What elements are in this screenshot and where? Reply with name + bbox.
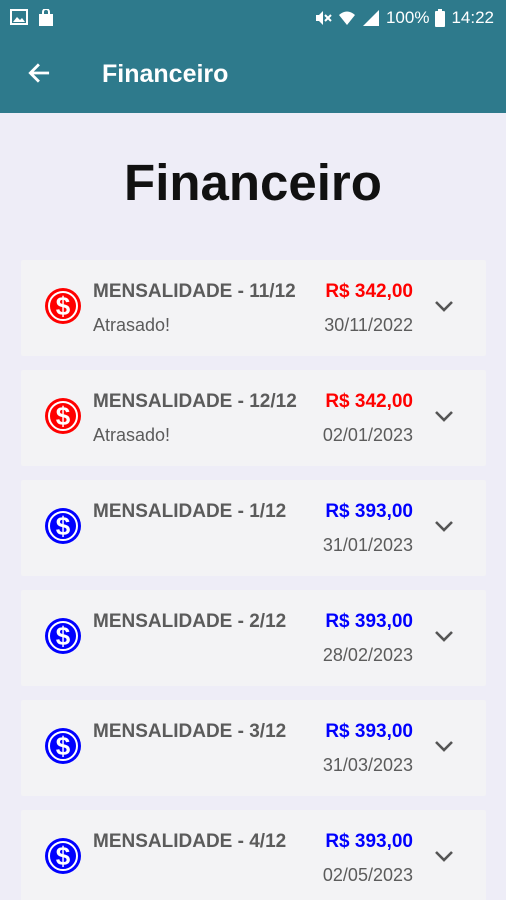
- arrow-left-icon: [26, 60, 52, 91]
- payment-title: MENSALIDADE - 11/12: [93, 281, 296, 302]
- payment-status: Atrasado!: [93, 425, 171, 445]
- page-title: Financeiro: [124, 154, 382, 211]
- dollar-coin-icon: $: [45, 288, 81, 324]
- payment-title: MENSALIDADE - 3/12: [93, 721, 287, 742]
- wifi-icon: [338, 9, 356, 27]
- payment-card[interactable]: $ MENSALIDADE - 1/12 R$ 393,00 31/01/2023: [21, 480, 486, 576]
- payment-card[interactable]: $ MENSALIDADE - 3/12 R$ 393,00 31/03/2023: [21, 700, 486, 796]
- payment-amount: R$ 393,00: [325, 501, 413, 522]
- dollar-coin-icon: $: [45, 398, 81, 434]
- chevron-down-icon[interactable]: [432, 294, 456, 318]
- status-time: 14:22: [451, 8, 494, 27]
- payment-status: Atrasado!: [93, 315, 171, 335]
- payment-card[interactable]: $ MENSALIDADE - 4/12 R$ 393,00 02/05/2023: [21, 810, 486, 900]
- payment-amount: R$ 342,00: [325, 281, 413, 302]
- payment-card[interactable]: $ MENSALIDADE - 11/12 Atrasado! R$ 342,00 30…: [21, 260, 486, 356]
- chevron-down-icon[interactable]: [432, 514, 456, 538]
- dollar-coin-icon: $: [45, 508, 81, 544]
- payment-title: MENSALIDADE - 1/12: [93, 501, 287, 522]
- payment-due-date: 02/01/2023: [322, 425, 413, 445]
- dollar-coin-icon: $: [45, 618, 81, 654]
- back-button[interactable]: [22, 58, 56, 92]
- battery-icon: [435, 9, 446, 27]
- payment-title: MENSALIDADE - 2/12: [93, 611, 287, 632]
- payment-amount: R$ 393,00: [325, 831, 413, 852]
- payment-amount: R$ 393,00: [325, 611, 413, 632]
- image-icon: [10, 9, 28, 27]
- chevron-down-icon[interactable]: [432, 624, 456, 648]
- payment-due-date: 28/02/2023: [322, 645, 413, 665]
- signal-icon: [362, 9, 380, 27]
- mute-icon: [314, 9, 332, 27]
- payment-due-date: 02/05/2023: [322, 865, 413, 885]
- app-bar-title: Financeiro: [102, 60, 229, 88]
- payment-list: $ MENSALIDADE - 11/12 Atrasado! R$ 342,00 30…: [21, 260, 486, 900]
- payment-due-date: 31/03/2023: [322, 755, 413, 775]
- payment-due-date: 31/01/2023: [322, 535, 413, 555]
- battery-percent: 100%: [385, 8, 430, 27]
- dollar-coin-icon: $: [45, 728, 81, 764]
- payment-title: MENSALIDADE - 12/12: [93, 391, 297, 412]
- payment-amount: R$ 393,00: [325, 721, 413, 742]
- shopping-bag-icon: [38, 9, 54, 27]
- dollar-coin-icon: $: [45, 838, 81, 874]
- payment-card[interactable]: $ MENSALIDADE - 12/12 Atrasado! R$ 342,00 02…: [21, 370, 486, 466]
- payment-card[interactable]: $ MENSALIDADE - 2/12 R$ 393,00 28/02/2023: [21, 590, 486, 686]
- status-bar: 100% 14:22: [0, 0, 506, 36]
- payment-due-date: 30/11/2022: [324, 315, 413, 335]
- payment-title: MENSALIDADE - 4/12: [93, 831, 287, 852]
- chevron-down-icon[interactable]: [432, 404, 456, 428]
- app-bar: Financeiro: [0, 36, 506, 113]
- payment-amount: R$ 342,00: [325, 391, 413, 412]
- chevron-down-icon[interactable]: [432, 734, 456, 758]
- chevron-down-icon[interactable]: [432, 844, 456, 868]
